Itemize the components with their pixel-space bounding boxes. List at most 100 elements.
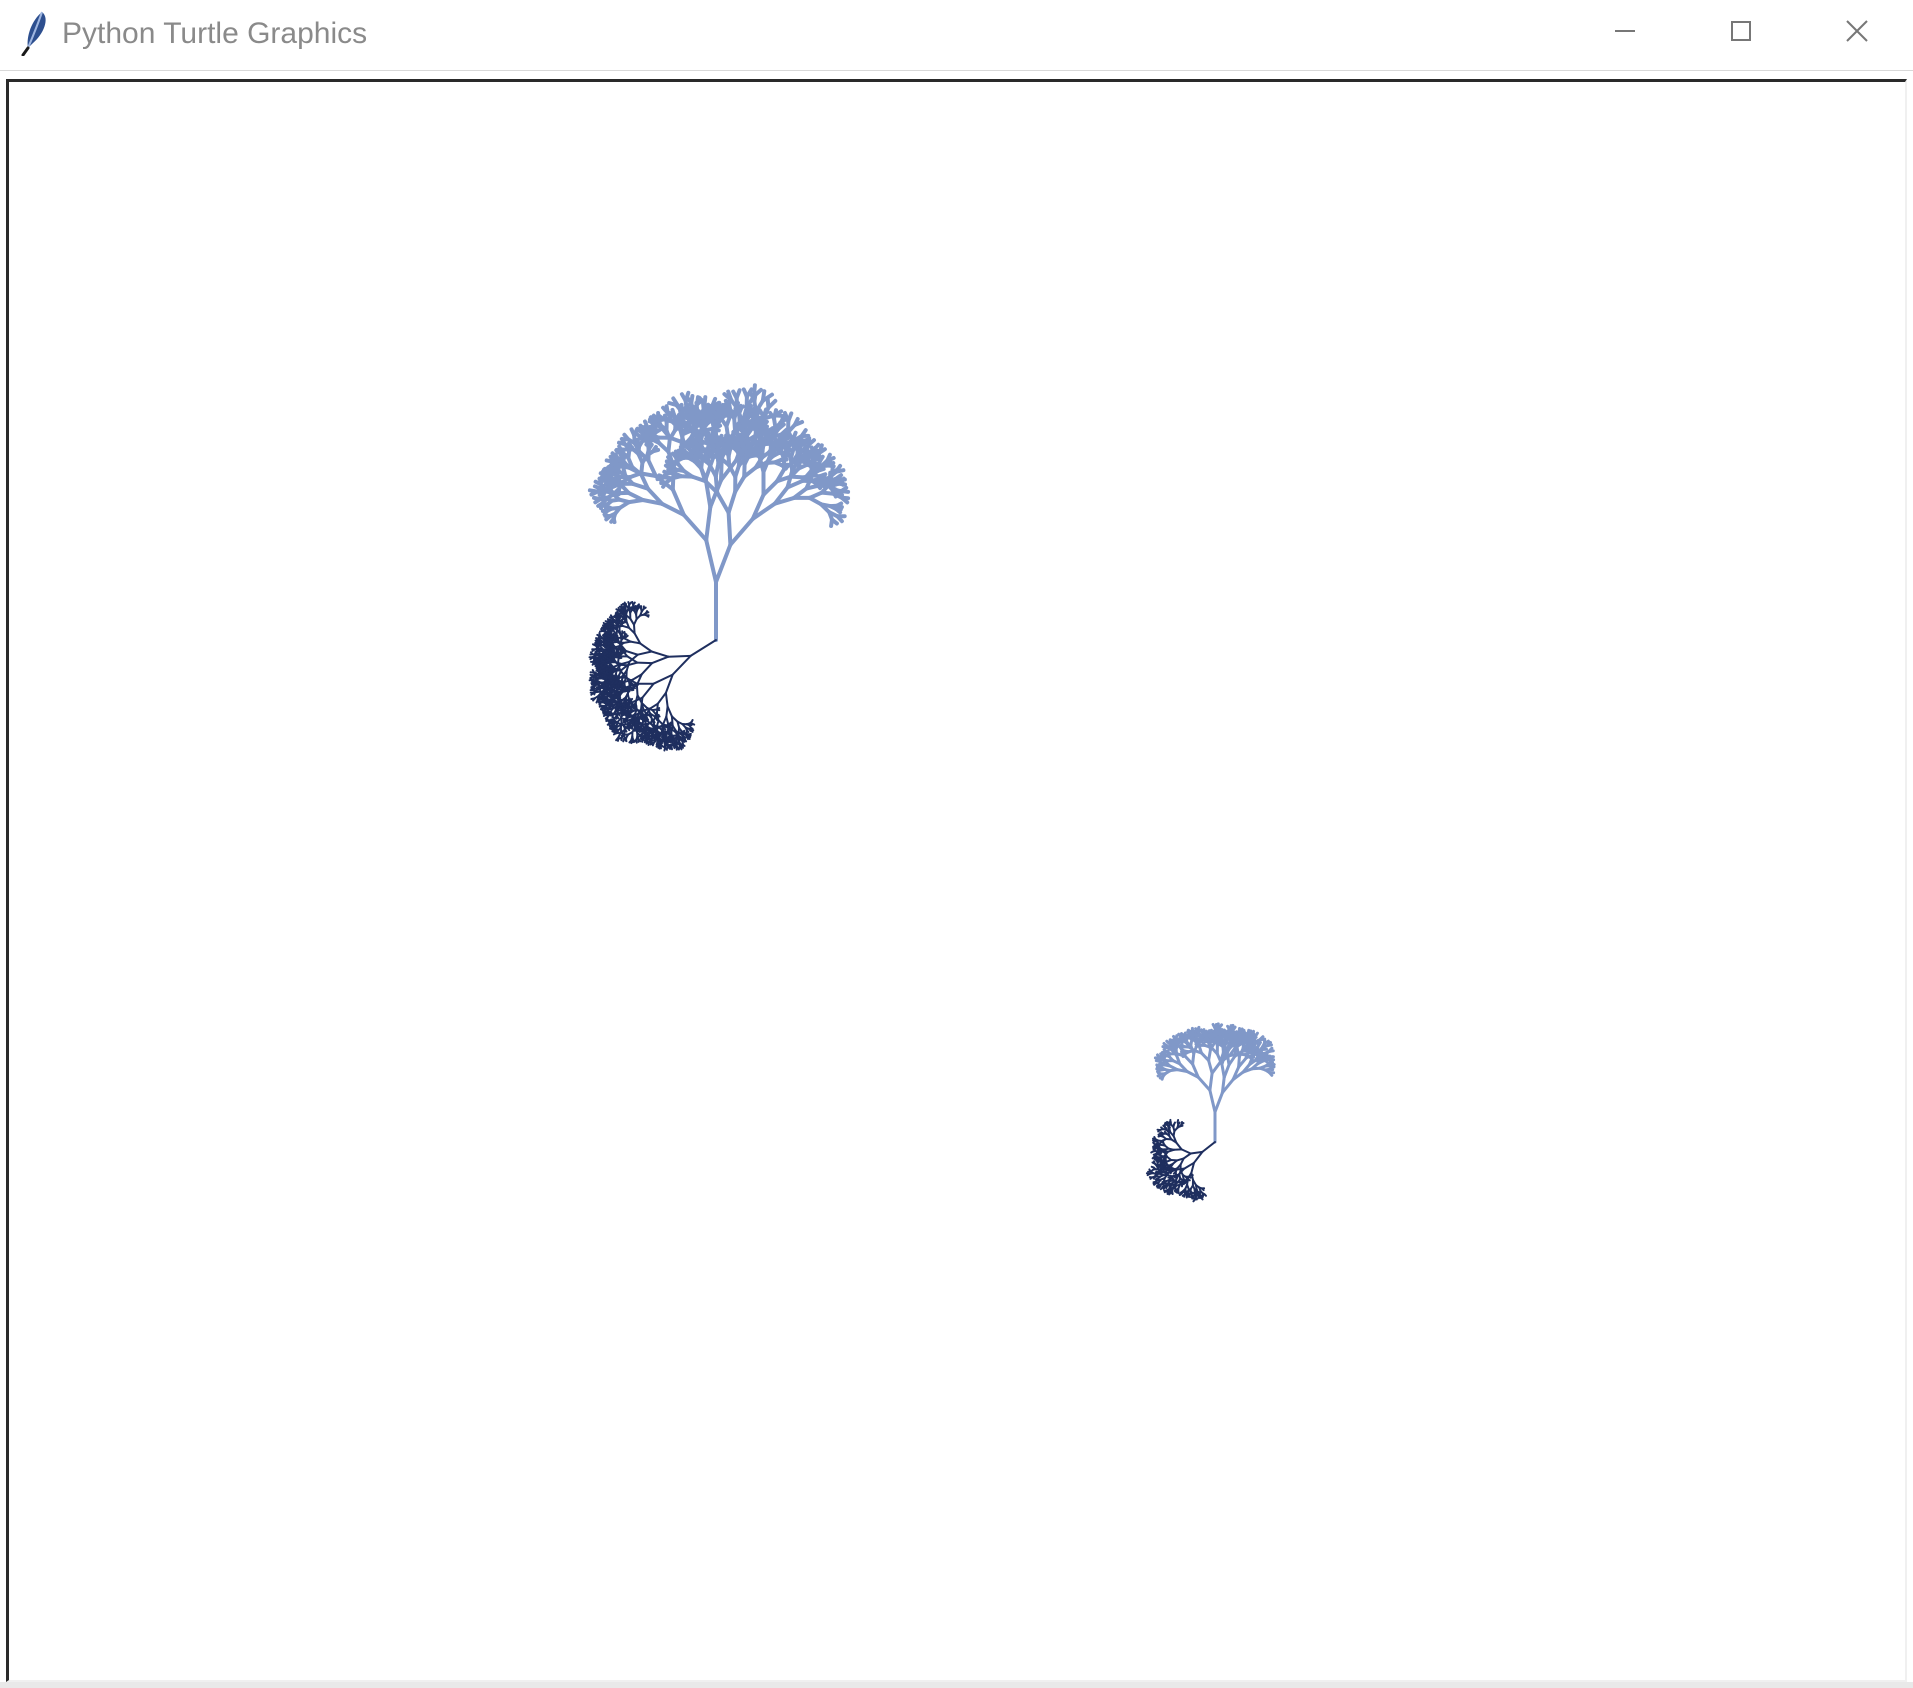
tree-branch	[615, 727, 619, 732]
tree-branch	[689, 394, 695, 406]
tree-branch	[1145, 1172, 1151, 1175]
tree-branch	[786, 411, 794, 424]
tree-branch	[1152, 1139, 1157, 1143]
tree-branch	[713, 474, 720, 495]
tree-branch	[1170, 1038, 1176, 1044]
tree-branch	[1159, 1164, 1163, 1169]
tree-branch	[1236, 1034, 1242, 1040]
tree-branch	[683, 427, 692, 434]
tree-branch	[606, 706, 611, 710]
tree-branch	[663, 735, 667, 741]
tree-branch	[1156, 1184, 1160, 1189]
tree-branch	[703, 447, 711, 455]
tree-branch	[1198, 1035, 1203, 1043]
feather-icon	[20, 10, 50, 57]
tree-branch	[1200, 1187, 1205, 1192]
tree-branch	[1257, 1049, 1263, 1056]
tree-branch	[633, 623, 636, 635]
close-button[interactable]	[1799, 0, 1913, 62]
tree-branch	[704, 538, 718, 584]
tree-branch	[715, 490, 731, 515]
tree-branch	[1179, 1043, 1187, 1049]
tree-branch	[617, 702, 620, 707]
tree-branch	[792, 420, 805, 427]
tree-branch	[1162, 1048, 1168, 1054]
tree-branch	[683, 738, 686, 743]
tree-branch	[614, 706, 619, 709]
tree-branch	[594, 662, 599, 667]
tree-branch	[595, 637, 600, 640]
turtle-canvas[interactable]	[6, 79, 1907, 1682]
tree-branch	[609, 696, 614, 700]
tree-branch	[655, 740, 659, 746]
tree-branch	[681, 733, 685, 738]
tree-branch	[752, 392, 758, 404]
tree-branch	[602, 712, 607, 715]
tree-branch	[649, 736, 654, 740]
tree-branch	[791, 430, 798, 442]
tree-branch	[1242, 1029, 1247, 1038]
tree-branch	[1185, 1033, 1192, 1040]
tree-branch	[1175, 1141, 1183, 1151]
tree-branch	[1207, 1058, 1214, 1075]
tree-branch	[1166, 1191, 1170, 1195]
tree-branch	[656, 691, 667, 705]
tree-branch	[592, 495, 603, 502]
tree-branch	[644, 731, 648, 736]
tree-branch	[610, 648, 615, 651]
title-bar[interactable]: Python Turtle Graphics	[0, 0, 1913, 71]
tree-branch	[761, 479, 780, 497]
tree-branch	[647, 713, 652, 718]
tree-branch	[613, 654, 617, 659]
tree-branch	[1208, 1071, 1214, 1092]
tree-branch	[643, 419, 650, 431]
tree-branch	[1267, 1060, 1275, 1065]
tree-branch	[1187, 1175, 1192, 1179]
tree-branch	[622, 621, 627, 624]
tree-branch	[623, 601, 627, 607]
tree-branch	[1163, 1169, 1168, 1174]
tree-branch	[630, 705, 633, 710]
tree-branch	[1177, 1121, 1181, 1126]
turtle-drawing	[587, 383, 1276, 1203]
tree-branch	[691, 722, 696, 726]
tree-branch	[681, 739, 684, 745]
tree-branch	[618, 680, 622, 685]
tree-branch	[761, 407, 768, 420]
tree-branch	[1219, 1028, 1225, 1035]
tree-branch	[590, 697, 596, 700]
tree-branch	[667, 461, 675, 470]
tree-branch	[704, 505, 713, 543]
tree-branch	[1174, 1173, 1177, 1178]
maximize-button[interactable]	[1683, 0, 1799, 62]
tree-branch	[667, 723, 673, 727]
tree-branch	[1159, 1054, 1168, 1059]
tree-branch	[726, 398, 732, 410]
tree-branch	[1200, 1196, 1204, 1201]
minimize-button[interactable]	[1567, 0, 1683, 62]
tree-branch	[1182, 1152, 1192, 1160]
tree-branch	[834, 507, 843, 515]
tree-branch	[598, 632, 602, 637]
tree-branch	[595, 649, 600, 653]
tree-branch	[595, 698, 599, 704]
tree-branch	[690, 728, 695, 732]
tree-branch	[638, 724, 643, 729]
tree-branch	[1148, 1168, 1152, 1173]
tree-branch	[1267, 1049, 1275, 1054]
tree-branch	[1178, 1036, 1184, 1042]
tree-branch	[686, 736, 691, 740]
tree-branch	[620, 603, 624, 609]
tree-branch	[610, 699, 615, 703]
tree-branch	[1179, 1124, 1184, 1128]
tree-branch	[614, 695, 618, 699]
tree-branch	[1158, 1147, 1163, 1151]
tree-branch	[636, 650, 653, 656]
tree-branch	[628, 713, 632, 719]
tree-branch	[716, 400, 721, 412]
tree-branch	[614, 612, 620, 615]
tree-branch	[1196, 1075, 1212, 1092]
tree-branch	[1256, 1041, 1262, 1048]
tree-branch	[817, 454, 825, 464]
tree-branch	[1154, 1178, 1159, 1182]
